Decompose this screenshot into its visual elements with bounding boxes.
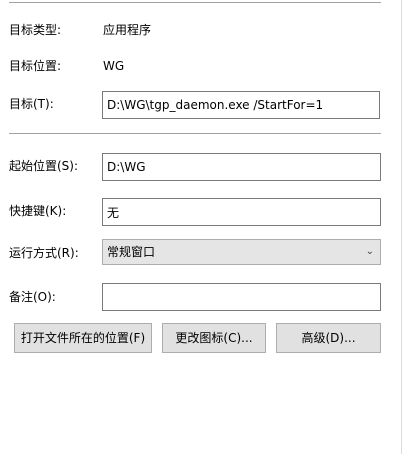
- run-select[interactable]: 常规窗口 ⌄: [102, 239, 381, 265]
- target-type-label: 目标类型:: [9, 23, 62, 37]
- target-location-label: 目标位置:: [9, 59, 62, 73]
- change-icon-button[interactable]: 更改图标(C)...: [162, 323, 266, 353]
- chevron-down-icon: ⌄: [365, 246, 374, 257]
- run-select-value: 常规窗口: [107, 245, 156, 259]
- shortcut-key-input[interactable]: [102, 198, 381, 226]
- target-type-value: 应用程序: [103, 23, 152, 37]
- section-divider: [9, 133, 381, 134]
- top-divider: [9, 2, 381, 3]
- target-input[interactable]: [102, 91, 380, 119]
- target-label: 目标(T):: [9, 97, 54, 111]
- comment-label: 备注(O):: [9, 290, 56, 304]
- target-location-value: WG: [103, 59, 125, 73]
- open-file-location-button[interactable]: 打开文件所在的位置(F): [14, 323, 152, 353]
- run-label: 运行方式(R):: [9, 246, 79, 260]
- shortcut-key-label: 快捷键(K):: [9, 204, 67, 218]
- start-in-label: 起始位置(S):: [9, 159, 79, 173]
- advanced-button[interactable]: 高级(D)...: [276, 323, 381, 353]
- start-in-input[interactable]: [102, 153, 381, 181]
- comment-input[interactable]: [102, 283, 381, 311]
